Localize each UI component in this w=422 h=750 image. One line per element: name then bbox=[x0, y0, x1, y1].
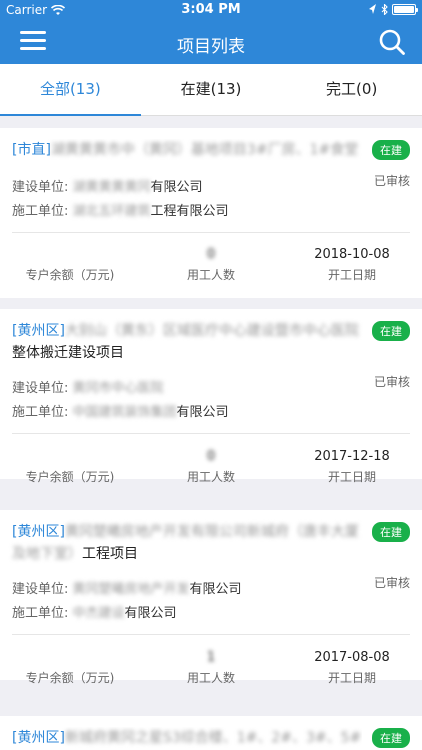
status-badge: 在建 bbox=[372, 522, 410, 542]
contractor-label: 施工单位: bbox=[12, 405, 69, 420]
balance-stat: 专户余额（万元) bbox=[0, 247, 140, 283]
project-name-masked: 湖黄黄黄市中（黄冈）基地项目3#厂房、1#食堂 bbox=[50, 142, 359, 158]
project-title: [市直]湖黄黄黄市中（黄冈）基地项目3#厂房、1#食堂 bbox=[12, 139, 362, 161]
workers-label: 用工人数 bbox=[186, 268, 235, 282]
builder-masked: 黄冈楚曦房地产开发 bbox=[72, 582, 190, 597]
contractor-masked: 中杰建设 bbox=[72, 606, 125, 621]
balance-value bbox=[0, 449, 140, 464]
start-date-stat: 2017-12-18 开工日期 bbox=[282, 449, 422, 485]
balance-stat: 专户余额（万元) bbox=[0, 449, 140, 485]
start-date-stat: 2018-10-08 开工日期 bbox=[282, 247, 422, 283]
project-title: [黄州区]新城府黄冈之星S3综合楼、1#、2#、3#、5# bbox=[12, 727, 362, 749]
builder-row: 建设单位: 湖黄黄黄黄冈有限公司 bbox=[12, 176, 203, 195]
start-date-value: 2017-12-18 bbox=[314, 449, 390, 464]
audit-status: 已审核 bbox=[373, 375, 410, 389]
status-time: 3:04 PM bbox=[181, 2, 241, 17]
builder-label: 建设单位: bbox=[12, 180, 69, 195]
contractor-label: 施工单位: bbox=[12, 204, 69, 219]
project-region: [黄州区] bbox=[12, 524, 65, 540]
project-card[interactable]: [黄州区]新城府黄冈之星S3综合楼、1#、2#、3#、5# 在建 bbox=[0, 716, 422, 750]
search-icon[interactable] bbox=[378, 28, 406, 56]
project-title: [黄州区]大别山（黄东）区域医疗中心建设暨市中心医院整体搬迁建设项目 bbox=[12, 320, 362, 364]
battery-icon bbox=[392, 4, 418, 15]
nav-bar: 项目列表 bbox=[0, 20, 422, 64]
balance-stat: 专户余额（万元) bbox=[0, 650, 140, 686]
builder-value: 有限公司 bbox=[189, 582, 242, 597]
start-date-label: 开工日期 bbox=[327, 470, 376, 484]
contractor-value: 工程有限公司 bbox=[150, 204, 229, 219]
start-date-label: 开工日期 bbox=[327, 671, 376, 685]
bluetooth-icon bbox=[381, 4, 388, 15]
project-name: 整体搬迁建设项目 bbox=[12, 345, 124, 361]
project-name-masked: 大别山（黄东）区域医疗中心建设暨市中心医院 bbox=[64, 323, 359, 339]
tab-in-progress[interactable]: 在建(13) bbox=[141, 64, 282, 115]
builder-row: 建设单位: 黄冈楚曦房地产开发有限公司 bbox=[12, 578, 242, 597]
workers-value: 0 bbox=[206, 449, 216, 464]
contractor-row: 施工单位: 中杰建设有限公司 bbox=[12, 602, 177, 621]
project-region: [市直] bbox=[12, 142, 51, 158]
tab-completed[interactable]: 完工(0) bbox=[281, 64, 422, 115]
balance-label: 专户余额（万元) bbox=[25, 470, 115, 484]
project-region: [黄州区] bbox=[12, 730, 65, 746]
card-divider bbox=[12, 232, 410, 233]
contractor-masked: 湖北五环建筑 bbox=[72, 204, 151, 219]
project-name-masked: 新城府黄冈之星S3综合楼、1#、2#、3#、5# bbox=[64, 730, 362, 746]
status-badge: 在建 bbox=[372, 728, 410, 748]
balance-label: 专户余额（万元) bbox=[25, 671, 115, 685]
workers-value: 0 bbox=[206, 247, 216, 262]
status-right bbox=[368, 4, 418, 15]
builder-masked: 湖黄黄黄黄冈 bbox=[72, 180, 151, 195]
start-date-value: 2018-10-08 bbox=[314, 247, 390, 262]
start-date-label: 开工日期 bbox=[327, 268, 376, 282]
builder-masked: 黄冈市中心医院 bbox=[72, 381, 164, 396]
audit-status: 已审核 bbox=[373, 174, 410, 188]
contractor-masked: 中国建筑装饰集团 bbox=[72, 405, 177, 420]
contractor-row: 施工单位: 湖北五环建筑工程有限公司 bbox=[12, 200, 229, 219]
project-region: [黄州区] bbox=[12, 323, 65, 339]
balance-label: 专户余额（万元) bbox=[25, 268, 115, 282]
workers-stat: 0 用工人数 bbox=[141, 247, 281, 283]
card-divider bbox=[12, 433, 410, 434]
builder-label: 建设单位: bbox=[12, 582, 69, 597]
project-card[interactable]: [市直]湖黄黄黄市中（黄冈）基地项目3#厂房、1#食堂 在建 建设单位: 湖黄黄… bbox=[0, 128, 422, 298]
audit-status: 已审核 bbox=[373, 576, 410, 590]
workers-value: 1 bbox=[206, 650, 216, 665]
builder-value: 有限公司 bbox=[150, 180, 203, 195]
project-card[interactable]: [黄州区]黄冈楚曦房地产开发有限公司新城府（唐丰大厦及地下室）工程项目 在建 建… bbox=[0, 510, 422, 685]
workers-stat: 1 用工人数 bbox=[141, 650, 281, 686]
contractor-row: 施工单位: 中国建筑装饰集团有限公司 bbox=[12, 401, 229, 420]
builder-row: 建设单位: 黄冈市中心医院 bbox=[12, 377, 164, 396]
contractor-value: 有限公司 bbox=[176, 405, 229, 420]
location-icon bbox=[369, 4, 376, 14]
tab-all[interactable]: 全部(13) bbox=[0, 64, 141, 116]
card-divider bbox=[12, 634, 410, 635]
status-badge: 在建 bbox=[372, 140, 410, 160]
workers-stat: 0 用工人数 bbox=[141, 449, 281, 485]
balance-value bbox=[0, 247, 140, 262]
builder-label: 建设单位: bbox=[12, 381, 69, 396]
start-date-value: 2017-08-08 bbox=[314, 650, 390, 665]
workers-label: 用工人数 bbox=[186, 671, 235, 685]
status-bar: Carrier 3:04 PM bbox=[0, 0, 422, 20]
workers-label: 用工人数 bbox=[186, 470, 235, 484]
project-title: [黄州区]黄冈楚曦房地产开发有限公司新城府（唐丰大厦及地下室）工程项目 bbox=[12, 521, 362, 565]
status-badge: 在建 bbox=[372, 321, 410, 341]
contractor-label: 施工单位: bbox=[12, 606, 69, 621]
project-card[interactable]: [黄州区]大别山（黄东）区域医疗中心建设暨市中心医院整体搬迁建设项目 在建 建设… bbox=[0, 309, 422, 484]
page-title: 项目列表 bbox=[177, 37, 245, 57]
contractor-value: 有限公司 bbox=[124, 606, 177, 621]
balance-value bbox=[0, 650, 140, 665]
project-name-masked: 黄冈楚曦房地产开发有限公司新城府（唐丰大厦及地下室） bbox=[12, 524, 359, 562]
filter-tabs: 全部(13) 在建(13) 完工(0) bbox=[0, 64, 422, 116]
project-name: 工程项目 bbox=[82, 546, 138, 562]
start-date-stat: 2017-08-08 开工日期 bbox=[282, 650, 422, 686]
